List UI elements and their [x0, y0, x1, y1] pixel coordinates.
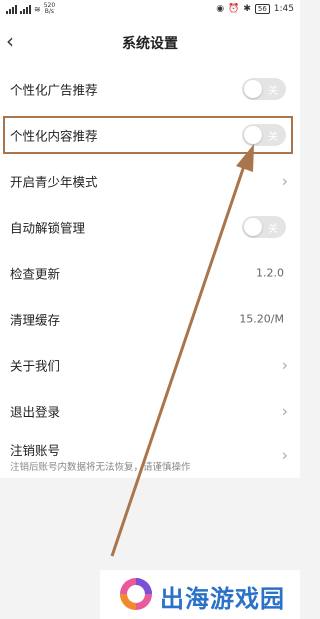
network-speed: 520 B/s: [43, 2, 56, 15]
row-cancel-account[interactable]: 注销账号 注销后账号内数据将无法恢复，请谨慎操作 ›: [0, 432, 300, 478]
cancel-account-label: 注销账号: [10, 443, 61, 458]
status-time: 1:45: [273, 4, 294, 14]
header: ‹ 系统设置: [0, 22, 300, 64]
row-clear-cache[interactable]: 清理缓存 15.20/M: [0, 296, 300, 342]
annotation-highlight-box: [3, 116, 293, 154]
auto-unlock-label: 自动解锁管理: [10, 220, 86, 236]
chevron-right-icon: ›: [281, 171, 288, 191]
toggle-knob: [244, 218, 262, 236]
cache-size-value: 15.20/M: [239, 312, 284, 326]
auto-unlock-toggle[interactable]: 关: [242, 216, 286, 238]
wifi-icon: ≋: [34, 4, 41, 14]
ad-recommend-label: 个性化广告推荐: [10, 82, 98, 98]
status-left: ≋ 520 B/s: [6, 3, 55, 15]
toggle-text: 关: [268, 224, 278, 235]
row-teen-mode[interactable]: 开启青少年模式 ›: [0, 158, 300, 204]
ad-recommend-toggle[interactable]: 关: [242, 78, 286, 100]
signal-icon-2: [20, 4, 31, 14]
check-update-label: 检查更新: [10, 266, 61, 282]
watermark-logo: [120, 578, 152, 610]
row-auto-unlock: 自动解锁管理 关: [0, 204, 300, 250]
row-logout[interactable]: 退出登录 ›: [0, 388, 300, 434]
alarm-icon: ⏰: [228, 4, 240, 14]
chevron-right-icon: ›: [281, 355, 288, 375]
signal-icon: [6, 4, 17, 14]
watermark: 出海游戏园: [100, 570, 300, 619]
row-ad-recommend: 个性化广告推荐 关: [0, 66, 300, 112]
row-about[interactable]: 关于我们 ›: [0, 342, 300, 388]
version-value: 1.2.0: [256, 266, 284, 280]
toggle-text: 关: [268, 86, 278, 97]
bluetooth-icon: ✱: [243, 4, 251, 14]
teen-mode-label: 开启青少年模式: [10, 174, 98, 190]
watermark-text: 出海游戏园: [160, 585, 285, 613]
cancel-account-warning: 注销后账号内数据将无法恢复，请谨慎操作: [10, 462, 191, 473]
eye-icon: ◉: [216, 4, 225, 14]
row-check-update[interactable]: 检查更新 1.2.0: [0, 250, 300, 296]
status-bar: ≋ 520 B/s ◉ ⏰ ✱ 56 1:45: [0, 0, 300, 22]
clear-cache-label: 清理缓存: [10, 312, 61, 328]
toggle-knob: [244, 80, 262, 98]
battery-level: 56: [254, 4, 270, 14]
about-label: 关于我们: [10, 358, 61, 374]
chevron-right-icon: ›: [281, 445, 288, 465]
status-right: ◉ ⏰ ✱ 56 1:45: [216, 4, 294, 14]
page-title: 系统设置: [122, 36, 178, 52]
chevron-right-icon: ›: [281, 401, 288, 421]
logout-label: 退出登录: [10, 404, 61, 420]
